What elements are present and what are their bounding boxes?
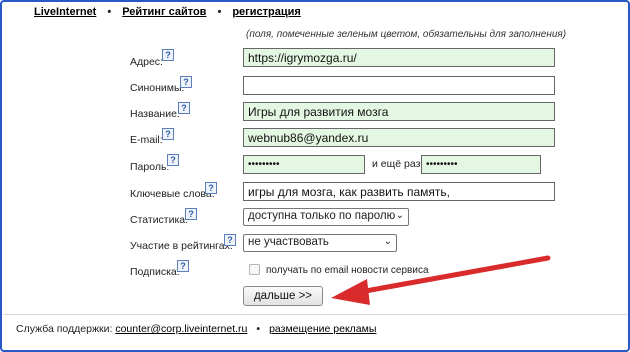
footer-separator: • (256, 323, 261, 335)
help-icon[interactable]: ? (180, 76, 192, 88)
chevron-down-icon: ⌄ (395, 210, 404, 221)
email-input[interactable] (243, 128, 555, 147)
nav-link-registration[interactable]: регистрация (232, 6, 300, 18)
help-icon[interactable]: ? (177, 260, 189, 272)
top-nav: LiveInternet • Рейтинг сайтов • регистрация (34, 6, 301, 18)
support-email-link[interactable]: counter@corp.liveinternet.ru (115, 323, 247, 335)
subscription-label: Подписка: (130, 266, 180, 278)
nav-separator: • (107, 6, 112, 18)
nav-separator: • (217, 6, 222, 18)
chevron-down-icon: ⌄ (383, 236, 392, 247)
rating-select[interactable]: не участвовать ⌄ (243, 234, 397, 252)
help-icon[interactable]: ? (224, 234, 236, 246)
subscription-checkbox[interactable] (249, 264, 260, 275)
name-input[interactable] (243, 102, 555, 121)
required-fields-note: (поля, помеченные зеленым цветом, обязат… (246, 29, 567, 40)
rating-selected: не участвовать (248, 236, 329, 248)
subscription-checkbox-label: получать по email новости сервиса (266, 265, 429, 276)
help-icon[interactable]: ? (205, 182, 217, 194)
help-icon[interactable]: ? (178, 102, 190, 114)
password-repeat-label: и ещё раз: (372, 158, 424, 170)
keywords-input[interactable] (243, 182, 555, 201)
ads-link[interactable]: размещение рекламы (269, 323, 376, 335)
password-label: Пароль: (130, 161, 170, 173)
name-label: Название: (130, 108, 180, 120)
help-icon[interactable]: ? (162, 49, 174, 61)
password-input[interactable] (243, 155, 365, 174)
statistics-select[interactable]: доступна только по паролю ⌄ (243, 208, 409, 226)
support-label: Служба поддержки: (16, 323, 113, 335)
keywords-label: Ключевые слова: (130, 188, 215, 200)
address-label: Адрес: (130, 56, 163, 68)
statistics-selected: доступна только по паролю (248, 210, 396, 222)
password-repeat-input[interactable] (421, 155, 541, 174)
nav-link-rating[interactable]: Рейтинг сайтов (122, 6, 206, 18)
footer: Служба поддержки: counter@corp.liveinter… (16, 323, 376, 335)
nav-link-liveinternet[interactable]: LiveInternet (34, 6, 96, 18)
help-icon[interactable]: ? (185, 208, 197, 220)
email-label: E-mail: (130, 134, 163, 146)
synonyms-input[interactable] (243, 76, 555, 95)
next-button[interactable]: дальше >> (243, 286, 323, 306)
address-input[interactable] (243, 48, 555, 67)
help-icon[interactable]: ? (162, 128, 174, 140)
statistics-label: Статистика: (130, 214, 189, 226)
footer-divider (3, 314, 627, 315)
synonyms-label: Синонимы: (130, 82, 185, 94)
rating-label: Участие в рейтингах: (130, 240, 233, 252)
help-icon[interactable]: ? (167, 154, 179, 166)
